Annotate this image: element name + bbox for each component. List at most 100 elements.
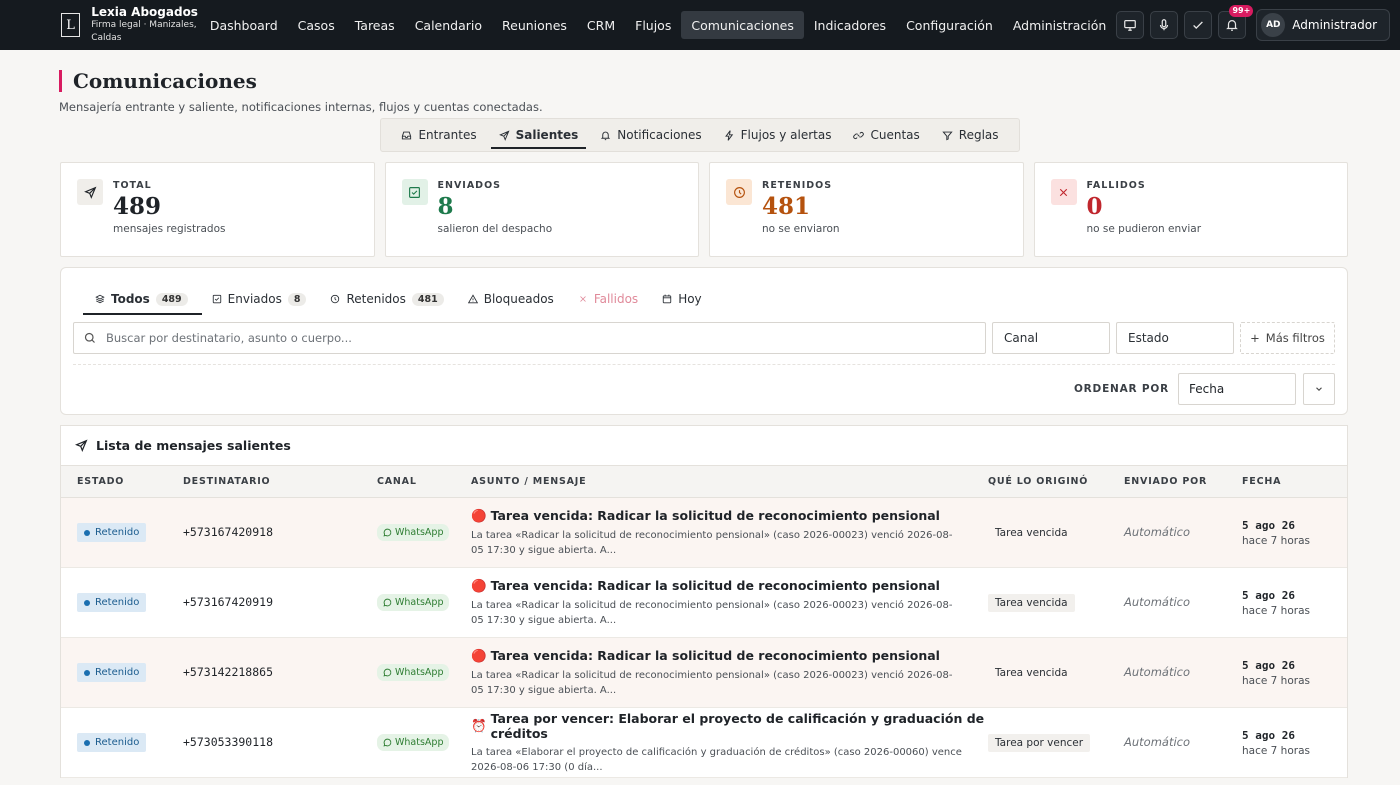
nav-item-casos[interactable]: Casos: [288, 11, 345, 39]
status-badge: Retenido: [77, 663, 147, 682]
nav-item-tareas[interactable]: Tareas: [345, 11, 405, 39]
status-cell: Retenido: [61, 523, 183, 542]
message-cell[interactable]: 🔴 Tarea vencida: Radicar la solicitud de …: [471, 648, 988, 698]
link-icon: [853, 131, 865, 139]
stat-icon: [401, 179, 428, 205]
tab-reglas[interactable]: Reglas: [934, 119, 1007, 151]
message-body: La tarea «Radicar la solicitud de recono…: [471, 599, 953, 626]
stat-value: 0: [1086, 193, 1103, 220]
tab-entrantes[interactable]: Entrantes: [393, 119, 484, 151]
filter-tab-fallidos[interactable]: Fallidos: [568, 284, 648, 314]
filter-tab-todos[interactable]: Todos 489: [83, 284, 202, 315]
table-row[interactable]: Retenido +573167420918 WhatsApp 🔴 Tarea venc…: [61, 498, 1347, 568]
channel-badge: WhatsApp: [377, 594, 450, 611]
send-icon: [83, 186, 96, 199]
status-label: Retenido: [95, 667, 140, 678]
section-tabs: Entrantes Salientes Notificaciones Flujos y…: [380, 118, 1020, 152]
search-input[interactable]: Buscar por destinatario, asunto o cuerpo…: [73, 322, 986, 354]
brand[interactable]: L Lexia Abogados Firma legal · Manizales…: [61, 5, 200, 45]
nav-item-configuración[interactable]: Configuración: [896, 11, 1003, 39]
user-name: Administrador: [1292, 18, 1377, 32]
date-value: 5 ago 26: [1242, 518, 1295, 532]
sent-by-cell: Automático: [1124, 595, 1242, 610]
avatar: AD: [1261, 13, 1286, 37]
sort-direction-button[interactable]: [1303, 373, 1335, 405]
message-subject: 🔴 Tarea vencida: Radicar la solicitud de …: [471, 508, 988, 524]
channel-cell: WhatsApp: [377, 594, 471, 611]
chat-icon: [383, 738, 392, 747]
filter-tab-hoy[interactable]: Hoy: [652, 284, 711, 314]
stat-value: 489: [113, 193, 162, 220]
nav-item-reuniones[interactable]: Reuniones: [492, 11, 577, 39]
stat-value: 481: [762, 193, 811, 220]
message-cell[interactable]: ⏰ Tarea por vencer: Elaborar el proyecto …: [471, 711, 988, 775]
nav-item-administración[interactable]: Administración: [1003, 11, 1116, 39]
message-subject: 🔴 Tarea vencida: Radicar la solicitud de …: [471, 648, 988, 664]
stat-note: no se enviaron: [762, 223, 840, 235]
status-label: Retenido: [95, 737, 140, 748]
sort-select[interactable]: Fecha: [1178, 373, 1296, 405]
estado-select[interactable]: Estado: [1116, 322, 1234, 354]
filter-tab-retenidos[interactable]: Retenidos 481: [320, 284, 453, 314]
nav-item-comunicaciones[interactable]: Comunicaciones: [681, 11, 804, 39]
nav-item-indicadores[interactable]: Indicadores: [804, 11, 896, 39]
user-menu-button[interactable]: AD Administrador: [1256, 9, 1390, 41]
top-navbar: L Lexia Abogados Firma legal · Manizales…: [0, 0, 1400, 50]
recipient-phone: +573167420918: [183, 525, 274, 539]
column-header: ENVIADO POR: [1124, 476, 1208, 487]
table-row[interactable]: Retenido +573142218865 WhatsApp 🔴 Tarea venc…: [61, 638, 1347, 708]
plus-icon: +: [1250, 331, 1260, 345]
filter-tab-enviados[interactable]: Enviados 8: [202, 284, 317, 314]
column-header: FECHA: [1242, 476, 1282, 487]
channel-label: WhatsApp: [395, 737, 444, 748]
date-cell: 5 ago 26 hace 7 horas: [1242, 659, 1347, 687]
table-row[interactable]: Retenido +573053390118 WhatsApp ⏰ Tarea por …: [61, 708, 1347, 778]
subject-emoji: 🔴: [471, 577, 487, 593]
stat-card-fallidos: FALLIDOS 0 no se pudieron enviar: [1033, 162, 1348, 257]
filter-tab-count: 8: [287, 292, 307, 306]
message-subject: 🔴 Tarea vencida: Radicar la solicitud de …: [471, 578, 988, 594]
origin-cell: Tarea vencida: [988, 524, 1124, 542]
nav-item-crm[interactable]: CRM: [577, 11, 625, 39]
message-cell[interactable]: 🔴 Tarea vencida: Radicar la solicitud de …: [471, 508, 988, 558]
status-dot: [84, 669, 90, 676]
message-cell[interactable]: 🔴 Tarea vencida: Radicar la solicitud de …: [471, 578, 988, 628]
channel-cell: WhatsApp: [377, 524, 471, 541]
nav-item-calendario[interactable]: Calendario: [405, 11, 492, 39]
tab-label: Flujos y alertas: [740, 128, 832, 142]
recipient-cell: +573167420918: [183, 525, 377, 540]
nav-item-flujos[interactable]: Flujos: [625, 11, 681, 39]
filter-tab-count: 481: [411, 292, 444, 306]
tab-flujos-y-alertas[interactable]: Flujos y alertas: [716, 119, 840, 151]
page-subtitle: Mensajería entrante y saliente, notifica…: [59, 100, 543, 114]
stat-card-retenidos: RETENIDOS 481 no se enviaron: [709, 162, 1024, 257]
microphone-button[interactable]: [1150, 11, 1179, 39]
status-dot: [84, 529, 90, 536]
filter-tab-bloqueados[interactable]: Bloqueados: [458, 284, 564, 314]
canal-select[interactable]: Canal: [992, 322, 1110, 354]
tasks-check-button[interactable]: [1184, 11, 1213, 39]
nav-item-dashboard[interactable]: Dashboard: [200, 11, 288, 39]
subject-text: Tarea vencida: Radicar la solicitud de r…: [490, 648, 940, 663]
filter-tab-label: Enviados: [227, 292, 282, 306]
filter-tab-label: Fallidos: [593, 292, 639, 306]
status-badge: Retenido: [77, 733, 147, 752]
monitor-button[interactable]: [1116, 11, 1145, 39]
relative-time: hace 7 horas: [1242, 744, 1310, 757]
tab-notificaciones[interactable]: Notificaciones: [592, 119, 709, 151]
stats-row: TOTAL 489 mensajes registrados ENVIADOS 8 sal…: [0, 162, 1400, 257]
stat-icon: [1050, 179, 1077, 205]
divider: [73, 364, 1335, 365]
filter-tab-label: Retenidos: [346, 292, 406, 306]
tab-cuentas[interactable]: Cuentas: [845, 119, 927, 151]
subject-emoji: 🔴: [471, 507, 487, 523]
tab-salientes[interactable]: Salientes: [490, 119, 587, 151]
table-row[interactable]: Retenido +573167420919 WhatsApp 🔴 Tarea venc…: [61, 568, 1347, 638]
notifications-button[interactable]: 99+: [1218, 5, 1254, 39]
more-filters-button[interactable]: + Más filtros: [1240, 322, 1335, 354]
page-title: Comunicaciones: [59, 70, 1341, 92]
notifications-badge: 99+: [1229, 5, 1254, 17]
sent-by: Automático: [1124, 525, 1191, 539]
sent-by-cell: Automático: [1124, 735, 1242, 750]
sent-by: Automático: [1124, 665, 1191, 679]
